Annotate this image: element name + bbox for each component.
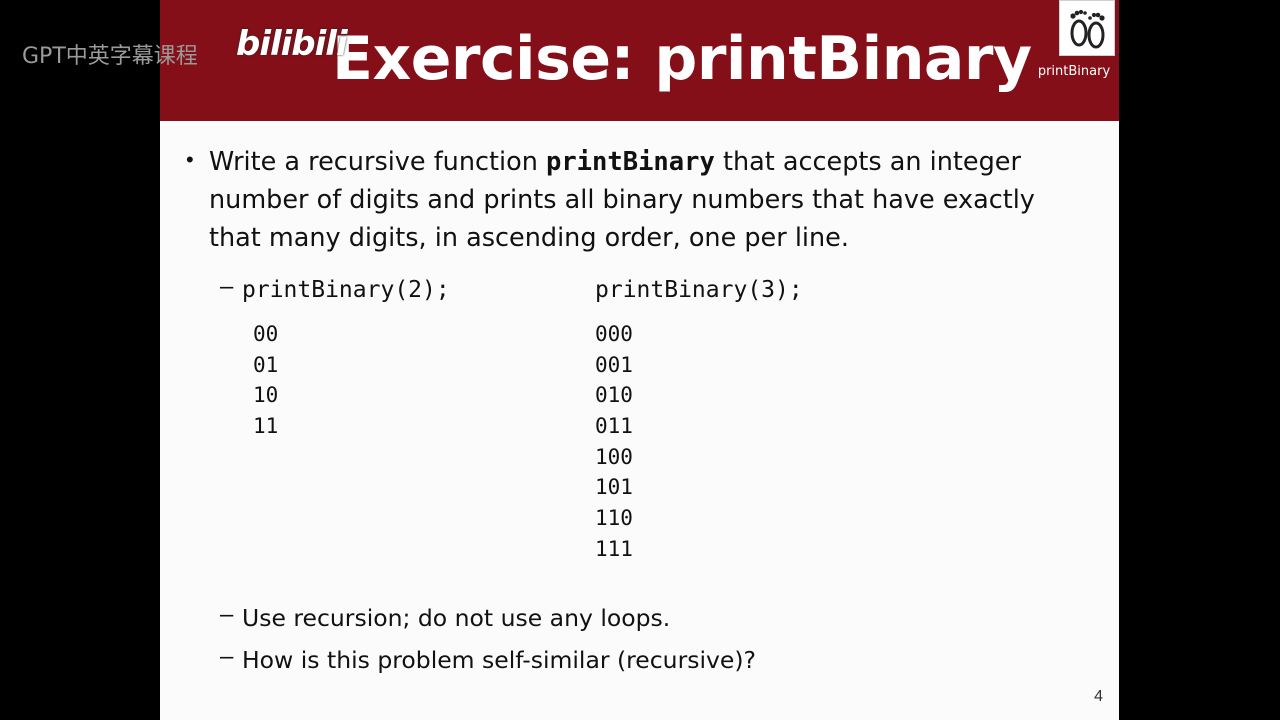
slide-title: Exercise: printBinary	[332, 24, 1032, 94]
bullet-text-pre: Write a recursive function	[209, 147, 546, 177]
output-line: 00	[253, 322, 279, 346]
sub-bullet-self-similar: How is this problem self-similar (recurs…	[242, 646, 757, 674]
example-call-right: printBinary(3);	[595, 277, 803, 303]
channel-watermark: GPT中英字幕课程	[22, 44, 198, 69]
output-line: 110	[595, 506, 633, 531]
footprints-logo-icon	[1059, 0, 1115, 56]
output-line: 101	[595, 475, 633, 500]
output-line: 10	[253, 383, 279, 408]
output-line: 000	[595, 322, 633, 346]
output-list-left: 00 01 10 11	[253, 319, 278, 442]
output-line: 111	[595, 536, 633, 561]
output-line: 001	[595, 352, 633, 377]
dash-marker: –	[220, 601, 234, 628]
output-line: 01	[253, 352, 279, 377]
slide-content: • Write a recursive function printBinary…	[160, 121, 1119, 720]
dash-marker: –	[220, 643, 234, 670]
main-bullet-text: Write a recursive function printBinary t…	[209, 143, 1079, 257]
output-line: 100	[595, 444, 633, 469]
bullet-dot: •	[186, 147, 194, 172]
logo-caption: printBinary	[1037, 64, 1111, 79]
output-line: 11	[253, 414, 279, 439]
sub-bullet-recursion: Use recursion; do not use any loops.	[242, 604, 671, 632]
slide: Exercise: printBinary printBinary • Writ…	[160, 0, 1119, 720]
dash-marker: –	[220, 273, 234, 300]
example-call-left: printBinary(2);	[242, 277, 450, 303]
output-list-right: 000 001 010 011 100 101 110 111	[595, 319, 633, 565]
output-line: 010	[595, 383, 633, 408]
page-number: 4	[1094, 688, 1103, 705]
output-line: 011	[595, 414, 633, 439]
bullet-keyword: printBinary	[545, 147, 715, 177]
bilibili-logo: bilibili	[236, 24, 348, 64]
